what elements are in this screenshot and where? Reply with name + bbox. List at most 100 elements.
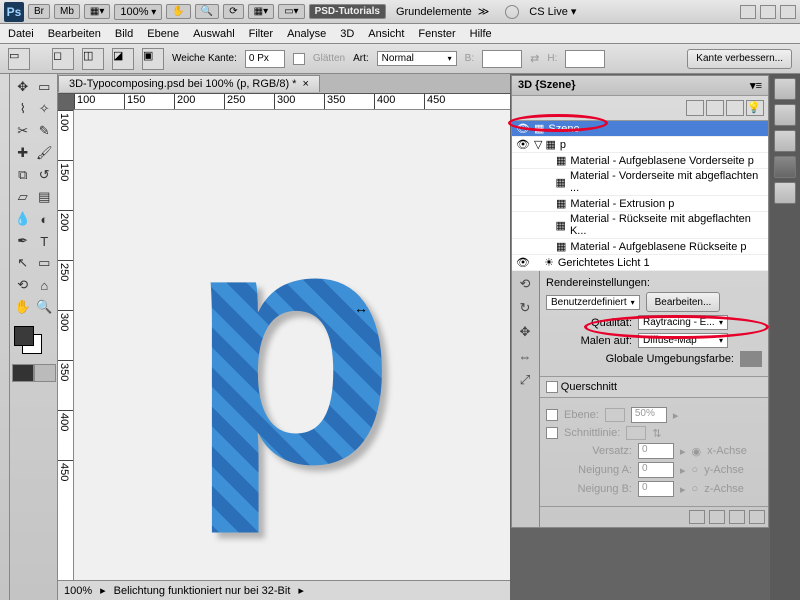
- scene-tree[interactable]: 👁▦Szene 👁▽ ▦p ▦Material - Aufgeblasene V…: [512, 121, 768, 271]
- scene-row-mat2[interactable]: ▦Material - Vorderseite mit abgeflachten…: [512, 169, 768, 196]
- menu-window[interactable]: Fenster: [418, 28, 455, 40]
- wand-tool[interactable]: ✧: [34, 98, 56, 120]
- canvas[interactable]: p ↔: [74, 110, 510, 580]
- delete-icon[interactable]: [749, 510, 765, 524]
- 3d-scale-icon[interactable]: ⤢: [514, 369, 536, 391]
- bridge-button[interactable]: Br: [28, 4, 50, 19]
- hand-tool[interactable]: ✋: [12, 296, 34, 318]
- 3d-slide-icon[interactable]: ⇔: [514, 345, 536, 367]
- scene-row-mat1[interactable]: ▦Material - Aufgeblasene Vorderseite p: [512, 153, 768, 169]
- minimize-icon[interactable]: [740, 5, 756, 19]
- 3d-camera-tool[interactable]: ⌂: [34, 274, 56, 296]
- chevron-right-icon[interactable]: ≫: [478, 5, 490, 18]
- refine-edge-button[interactable]: Kante verbessern...: [687, 49, 792, 69]
- scene-row-mat4[interactable]: ▦Material - Rückseite mit abgeflachten K…: [512, 212, 768, 239]
- menu-layer[interactable]: Ebene: [147, 28, 179, 40]
- 3d-rotate-icon[interactable]: ⟲: [514, 273, 536, 295]
- brush-tool[interactable]: 🖌: [34, 142, 56, 164]
- blur-tool[interactable]: 💧: [12, 208, 34, 230]
- dodge-tool[interactable]: ◐: [34, 208, 56, 230]
- antialias-checkbox[interactable]: [293, 53, 305, 65]
- 3d-panel-icon[interactable]: [774, 156, 796, 178]
- painton-select[interactable]: Diffuse-Map: [638, 333, 728, 348]
- new-selection-icon[interactable]: ◻: [52, 48, 74, 70]
- workspace-label[interactable]: Grundelemente: [396, 6, 472, 18]
- status-zoom[interactable]: 100%: [64, 585, 92, 597]
- view-extras-button[interactable]: ▦▾: [84, 4, 110, 19]
- intersect-selection-icon[interactable]: ▣: [142, 48, 164, 70]
- subtract-selection-icon[interactable]: ◪: [112, 48, 134, 70]
- arrange-docs-icon[interactable]: ▦▾: [248, 4, 274, 19]
- new-light-icon[interactable]: [729, 510, 745, 524]
- marquee-tool[interactable]: ▭: [34, 76, 56, 98]
- rotate-view-icon[interactable]: ⟳: [223, 4, 243, 19]
- filter-mesh-icon[interactable]: [706, 100, 724, 116]
- zoom-level[interactable]: 100% ▾: [114, 4, 162, 20]
- zoom-tool[interactable]: 🔍: [34, 296, 56, 318]
- ambient-color-swatch[interactable]: [740, 351, 762, 367]
- style-select[interactable]: Normal: [377, 51, 457, 66]
- cslive-button[interactable]: CS Live ▾: [529, 5, 576, 18]
- gradient-tool[interactable]: ▤: [34, 186, 56, 208]
- color-panel-icon[interactable]: [774, 78, 796, 100]
- quickmask-toggle[interactable]: [12, 364, 56, 382]
- scene-row-light1[interactable]: 👁☀Gerichtetes Licht 1: [512, 255, 768, 271]
- hand-tool-icon[interactable]: ✋: [166, 4, 190, 19]
- move-tool[interactable]: ✥: [12, 76, 34, 98]
- maximize-icon[interactable]: [760, 5, 776, 19]
- menu-edit[interactable]: Bearbeiten: [48, 28, 101, 40]
- screen-mode-icon[interactable]: ▭▾: [278, 4, 304, 19]
- panel-menu-icon[interactable]: ▾≡: [750, 79, 762, 92]
- tab-close-icon[interactable]: ×: [302, 78, 308, 90]
- shape-tool[interactable]: ▭: [34, 252, 56, 274]
- stamp-tool[interactable]: ⧉: [12, 164, 34, 186]
- scene-row-p[interactable]: 👁▽ ▦p: [512, 137, 768, 153]
- filter-scene-icon[interactable]: [686, 100, 704, 116]
- quality-select[interactable]: Raytracing - E...: [638, 315, 728, 330]
- foreground-color[interactable]: [14, 326, 34, 346]
- menu-view[interactable]: Ansicht: [368, 28, 404, 40]
- swatches-panel-icon[interactable]: [774, 104, 796, 126]
- adjustments-panel-icon[interactable]: [774, 130, 796, 152]
- quality-label: Qualität:: [546, 317, 632, 329]
- crosssection-checkbox[interactable]: [546, 381, 558, 393]
- minibridge-button[interactable]: Mb: [54, 4, 80, 19]
- eraser-tool[interactable]: ▱: [12, 186, 34, 208]
- menu-3d[interactable]: 3D: [340, 28, 354, 40]
- render-preset-select[interactable]: Benutzerdefiniert: [546, 295, 640, 310]
- heal-tool[interactable]: ✚: [12, 142, 34, 164]
- feather-input[interactable]: [245, 50, 285, 68]
- type-tool[interactable]: T: [34, 230, 56, 252]
- edit-render-button[interactable]: Bearbeiten...: [646, 292, 721, 312]
- close-icon[interactable]: [780, 5, 796, 19]
- scene-row-scene[interactable]: 👁▦Szene: [512, 121, 768, 137]
- path-tool[interactable]: ↖: [12, 252, 34, 274]
- menu-filter[interactable]: Filter: [249, 28, 273, 40]
- 3d-pan-icon[interactable]: ✥: [514, 321, 536, 343]
- marquee-tool-preset[interactable]: ▭: [8, 48, 30, 70]
- filter-material-icon[interactable]: [726, 100, 744, 116]
- menu-file[interactable]: Datei: [8, 28, 34, 40]
- toggle-lights-icon[interactable]: [689, 510, 705, 524]
- menu-select[interactable]: Auswahl: [193, 28, 235, 40]
- menu-image[interactable]: Bild: [115, 28, 133, 40]
- 3d-rotate-tool[interactable]: ⟲: [12, 274, 34, 296]
- menu-help[interactable]: Hilfe: [470, 28, 492, 40]
- layers-panel-icon[interactable]: [774, 182, 796, 204]
- filter-light-icon[interactable]: 💡: [746, 100, 764, 116]
- color-swatches[interactable]: [12, 324, 55, 356]
- 3d-roll-icon[interactable]: ↻: [514, 297, 536, 319]
- zoom-tool-icon[interactable]: 🔍: [195, 4, 219, 19]
- scene-row-mat5[interactable]: ▦Material - Aufgeblasene Rückseite p: [512, 239, 768, 255]
- workspace-tutorials[interactable]: PSD-Tutorials: [309, 4, 386, 19]
- pen-tool[interactable]: ✒: [12, 230, 34, 252]
- document-tab[interactable]: 3D-Typocomposing.psd bei 100% (p, RGB/8)…: [58, 75, 320, 92]
- add-selection-icon[interactable]: ◫: [82, 48, 104, 70]
- crop-tool[interactable]: ✂: [12, 120, 34, 142]
- lasso-tool[interactable]: ⌇: [12, 98, 34, 120]
- menu-analysis[interactable]: Analyse: [287, 28, 326, 40]
- scene-row-mat3[interactable]: ▦Material - Extrusion p: [512, 196, 768, 212]
- eyedropper-tool[interactable]: ✎: [34, 120, 56, 142]
- history-brush-tool[interactable]: ↺: [34, 164, 56, 186]
- toggle-ground-icon[interactable]: [709, 510, 725, 524]
